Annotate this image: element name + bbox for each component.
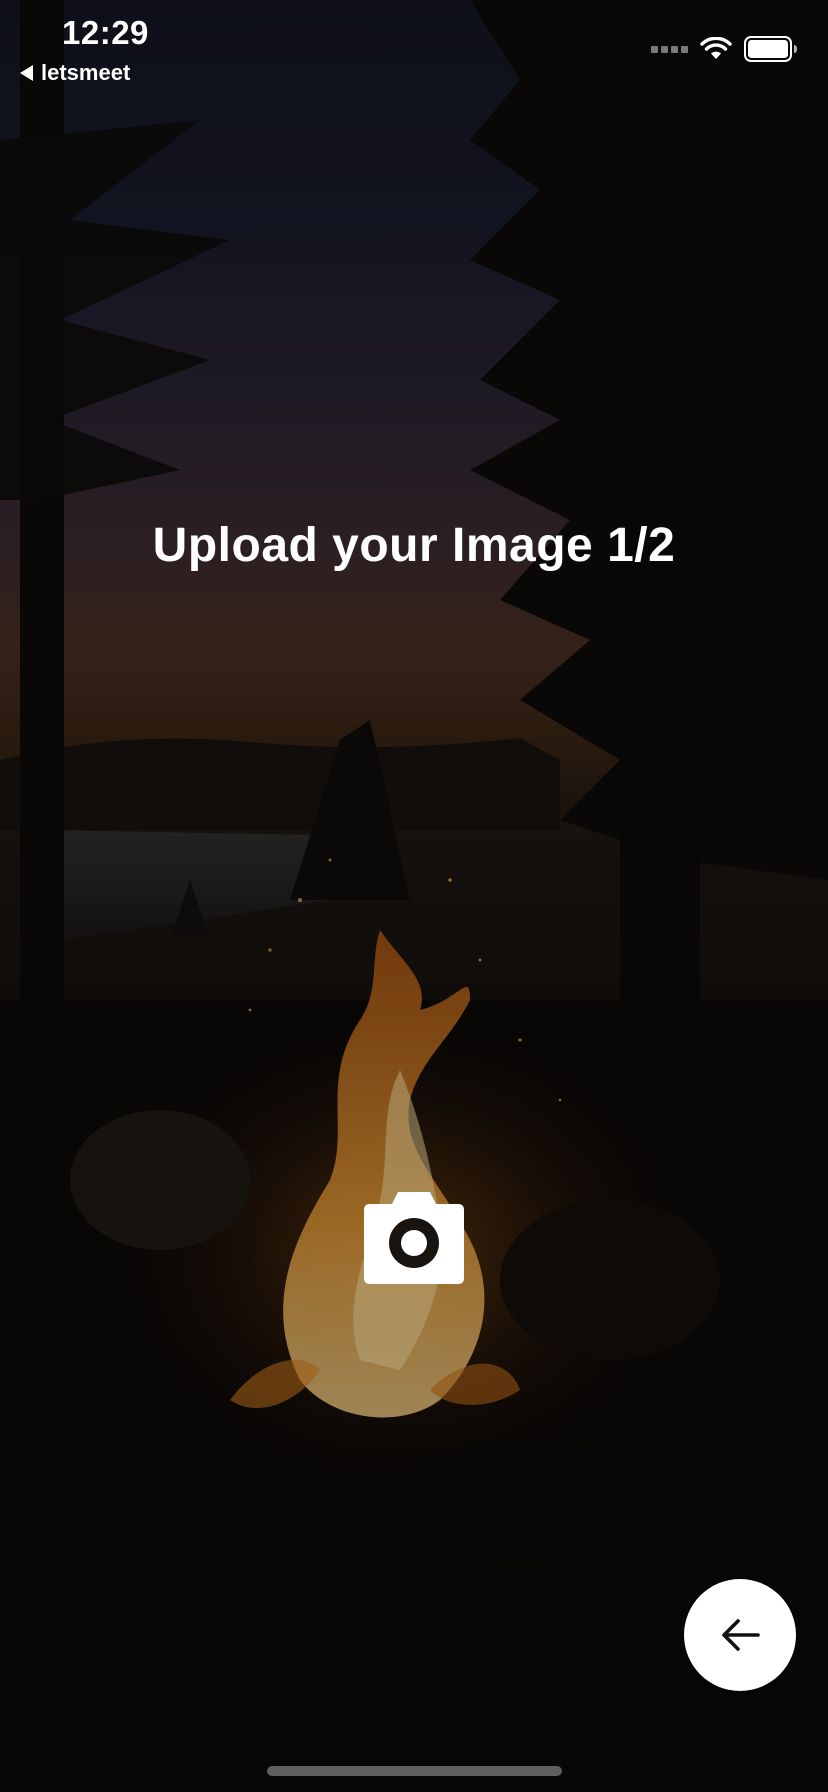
battery-icon [744,36,797,62]
back-fab-button[interactable] [684,1579,796,1691]
camera-icon [364,1192,464,1284]
arrow-left-icon [722,1619,760,1651]
wifi-icon [700,37,732,59]
background-image [0,0,828,1792]
status-icons [651,36,798,62]
cellular-signal-icon [651,45,688,53]
status-time: 12:29 [62,14,149,51]
upload-photo-button[interactable] [364,1192,464,1284]
upload-image-screen: 12:29 letsmeet Upload your Image 1/2 [0,0,828,1792]
back-app-label: letsmeet [41,60,131,85]
back-to-app-button[interactable]: letsmeet [20,60,130,86]
back-triangle-icon [20,65,33,81]
page-title: Upload your Image 1/2 [152,519,676,572]
home-indicator[interactable] [267,1766,562,1776]
